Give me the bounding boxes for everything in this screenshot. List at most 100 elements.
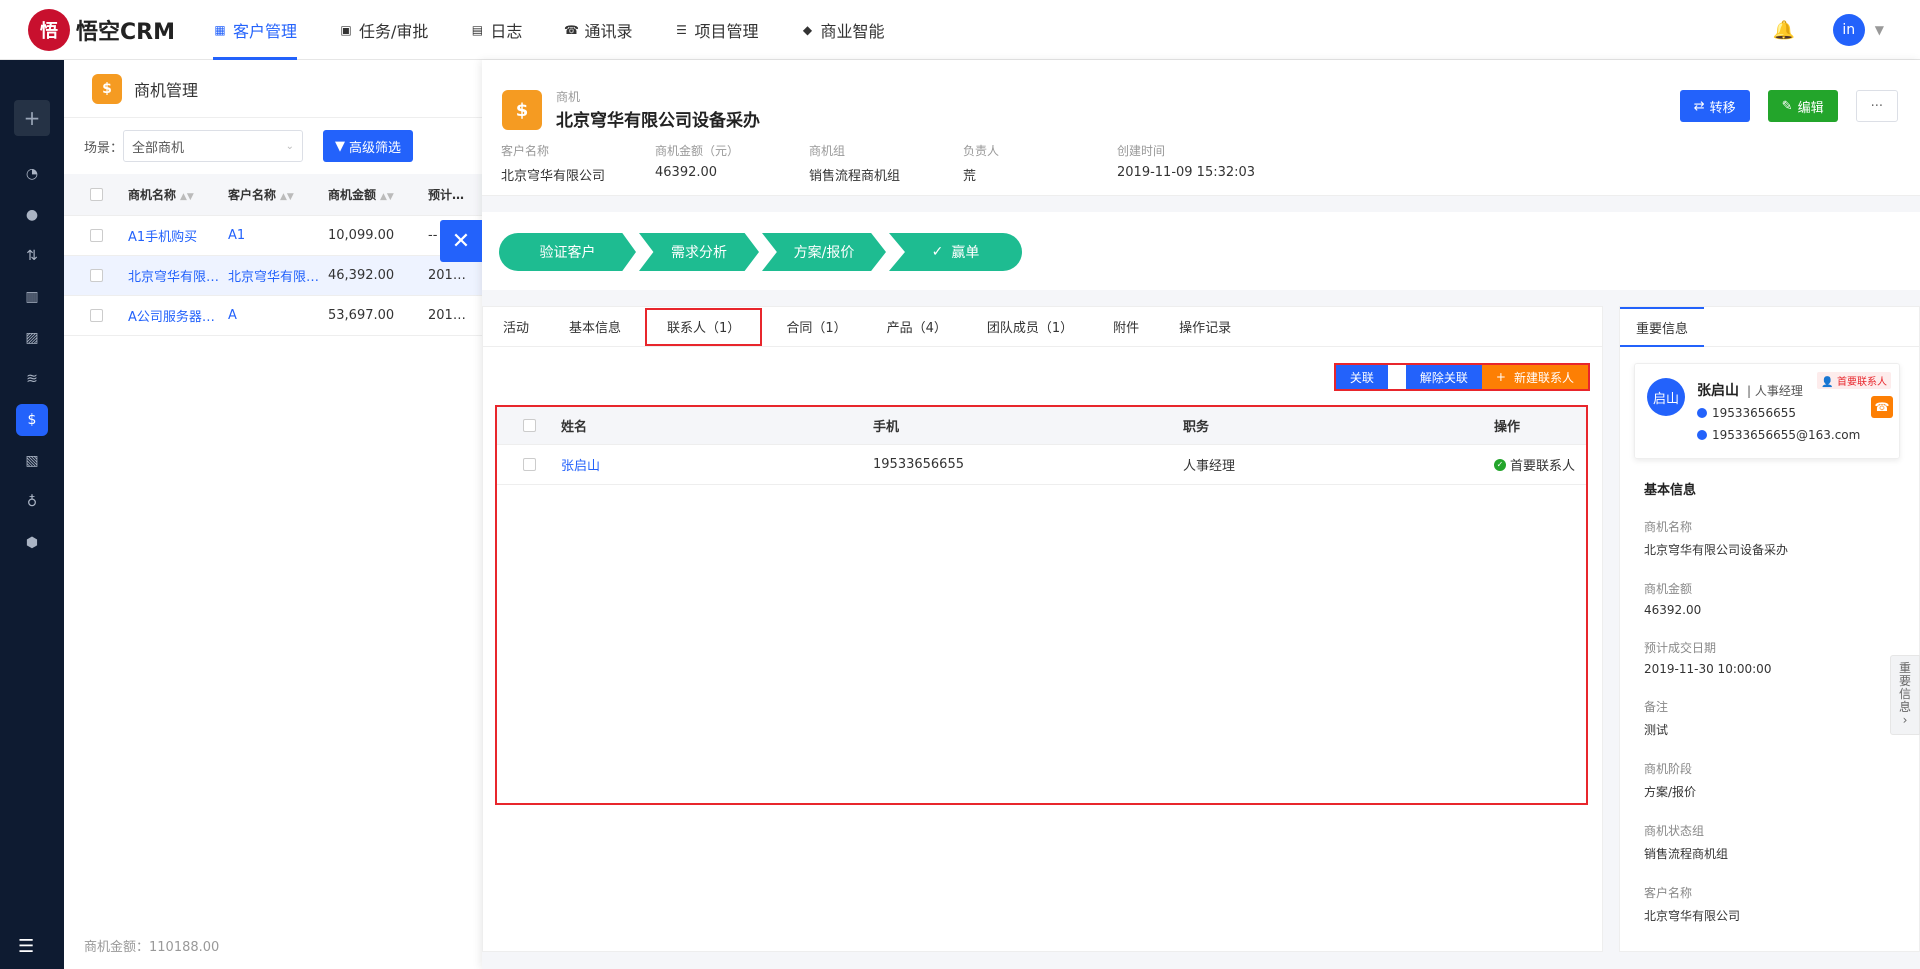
tab-contracts[interactable]: 合同（1） (766, 307, 866, 347)
contact-name-link[interactable]: 张启山 (561, 455, 873, 474)
pool-icon[interactable]: ≋ (16, 363, 48, 395)
table-row[interactable]: 张启山 19533656655 人事经理 ✓ 首要联系人 (497, 445, 1586, 485)
important-info-side-tab[interactable]: 重 要 信 息 › (1890, 655, 1920, 735)
nav-project[interactable]: ☰ 项目管理 (674, 0, 758, 60)
select-all-checkbox[interactable] (497, 419, 561, 432)
transfer-button[interactable]: ⇄ 转移 (1679, 90, 1750, 122)
user-avatar[interactable]: in (1832, 14, 1865, 46)
contact-card-icon[interactable]: ▨ (16, 322, 48, 354)
add-icon[interactable]: + (14, 100, 50, 136)
header-field: 商机金额（元） 46392.00 (655, 142, 809, 184)
chat-icon[interactable]: ● (16, 199, 48, 231)
row-checkbox[interactable] (497, 458, 561, 471)
tab-important-info[interactable]: 重要信息 (1620, 307, 1705, 347)
logo[interactable]: 悟 悟空CRM (28, 8, 213, 51)
close-detail-button[interactable]: ✕ (440, 220, 482, 262)
field-value: 北京穹华有限公司 (501, 169, 606, 184)
call-button[interactable]: ☎ (1871, 396, 1893, 418)
scene-label: 场景： (84, 140, 124, 156)
customer-name-link[interactable]: 北京穹华有限公司 (228, 266, 328, 285)
tab-basic-info[interactable]: 基本信息 (549, 307, 641, 347)
row-checkbox[interactable] (64, 269, 128, 282)
field-value: 荒 (963, 169, 977, 184)
new-contact-label: 新建联系人 (1513, 370, 1574, 385)
row-checkbox[interactable] (64, 309, 128, 322)
chevron-down-icon[interactable]: ▼ (1875, 23, 1884, 37)
bell-icon[interactable]: 🔔 (1773, 20, 1795, 41)
column-header[interactable]: 客户名称 ▲▼ (228, 186, 328, 203)
field-key: 创建时间 (1117, 144, 1166, 158)
primary-contact-action[interactable]: ✓ 首要联系人 (1494, 455, 1584, 474)
tab-attachments[interactable]: 附件 (1093, 307, 1159, 347)
dashboard-icon[interactable]: ◔ (16, 158, 48, 190)
table-row[interactable]: A1手机购买 A1 10,099.00 -- (64, 216, 482, 256)
tab-team-members[interactable]: 团队成员（1） (967, 307, 1093, 347)
lead-icon[interactable]: ⇅ (16, 240, 48, 272)
table-header: 商机名称 ▲▼ 客户名称 ▲▼ 商机金额 ▲▼ 预计成交 (64, 174, 482, 216)
log-icon: ▤ (471, 22, 484, 37)
opportunity-name-link[interactable]: A1手机购买 (128, 226, 228, 245)
field-key: 负责人 (963, 144, 1000, 158)
close-icon: ✕ (451, 228, 471, 254)
column-header[interactable]: 商机金额 ▲▼ (328, 186, 428, 203)
opportunity-icon: $ (92, 73, 122, 104)
row-checkbox[interactable] (64, 229, 128, 242)
tab-operation-log[interactable]: 操作记录 (1159, 307, 1251, 347)
customer-name-link[interactable]: A1 (228, 228, 328, 243)
opportunity-icon[interactable]: $ (16, 404, 48, 436)
customer-name-link[interactable]: A (228, 308, 328, 323)
advanced-filter-button[interactable]: ▼ 高级筛选 (323, 130, 414, 162)
header-actions: ⇄ 转移 ✎ 编辑 ··· (1662, 90, 1898, 122)
info-value: 北京穹华有限公司设备采办 (1644, 543, 1789, 557)
info-item: 商机名称北京穹华有限公司设备采办 (1644, 518, 1904, 558)
table-row[interactable]: A公司服务器采购 A 53,697.00 2019-11-30 (64, 296, 482, 336)
scene-select[interactable]: 全部商机 ⌄ (123, 130, 304, 162)
briefcase-icon: ▣ (340, 22, 352, 37)
opportunity-name-link[interactable]: 北京穹华有限公司设备采办 (128, 266, 228, 285)
edit-button[interactable]: ✎ 编辑 (1767, 90, 1838, 122)
relate-button[interactable]: 关联 (1335, 365, 1388, 389)
table-row[interactable]: 北京穹华有限公司设备采办 北京穹华有限公司 46,392.00 2019-11-… (64, 256, 482, 296)
info-item: 备注 测试 (1644, 698, 1904, 738)
info-value: 测试 (1644, 723, 1669, 737)
info-item: 客户名称 北京穹华有限公司 (1644, 884, 1904, 924)
field-key: 商机组 (809, 144, 846, 158)
info-value: 46392.00 (1644, 603, 1702, 617)
nav-contacts[interactable]: ☎ 通讯录 (564, 0, 632, 60)
stage-proposal[interactable]: 方案/报价 (762, 233, 886, 271)
column-header[interactable]: 预计成交 (428, 186, 482, 203)
column-header: 职务 (1183, 420, 1210, 435)
primary-contact-card: 启山 张启山 | 人事经理 👤 首要联系人 19533656655 195336… (1634, 363, 1900, 459)
tab-contacts[interactable]: 联系人（1） (645, 307, 763, 346)
column-header[interactable]: 商机名称 ▲▼ (128, 186, 228, 203)
check-icon: ✓ (931, 244, 944, 260)
nav-label: 任务/审批 (359, 21, 429, 41)
money-bag-icon[interactable]: ♁ (16, 486, 48, 518)
nav-log[interactable]: ▤ 日志 (470, 0, 523, 60)
opportunity-name-link[interactable]: A公司服务器采购 (128, 306, 228, 325)
contract-icon[interactable]: ▧ (16, 445, 48, 477)
more-button[interactable]: ··· (1855, 90, 1898, 122)
nav-customer-management[interactable]: ▦ 客户管理 (213, 0, 298, 60)
stage-verify-customer[interactable]: 验证客户 (499, 233, 636, 271)
tab-products[interactable]: 产品（4） (867, 307, 967, 347)
contact-phone: 19533656655 (873, 457, 964, 472)
new-contact-button[interactable]: + 新建联系人 (1481, 365, 1588, 389)
collapse-menu-icon[interactable]: ☰ (18, 936, 34, 957)
phone-icon: ☎ (1874, 400, 1890, 414)
select-all-checkbox[interactable] (64, 188, 128, 201)
nav-bi[interactable]: ◆ 商业智能 (800, 0, 885, 60)
stage-needs-analysis[interactable]: 需求分析 (639, 233, 759, 271)
product-icon[interactable]: ⬢ (16, 527, 48, 559)
field-value: 2019-11-09 15:32:03 (1117, 165, 1256, 180)
email-value: 19533656655@163.com (1712, 428, 1861, 442)
nav-task-approval[interactable]: ▣ 任务/审批 (339, 0, 428, 60)
stage-won[interactable]: ✓ 赢单 (889, 233, 1022, 271)
sort-icon: ▲▼ (180, 192, 194, 202)
building-icon[interactable]: ▥ (16, 281, 48, 313)
field-value: 46392.00 (655, 165, 718, 180)
sort-icon: ▲▼ (280, 192, 294, 202)
info-key: 商机名称 (1644, 520, 1693, 534)
unrelate-button[interactable]: 解除关联 (1405, 365, 1482, 389)
tab-activity[interactable]: 活动 (483, 307, 549, 347)
